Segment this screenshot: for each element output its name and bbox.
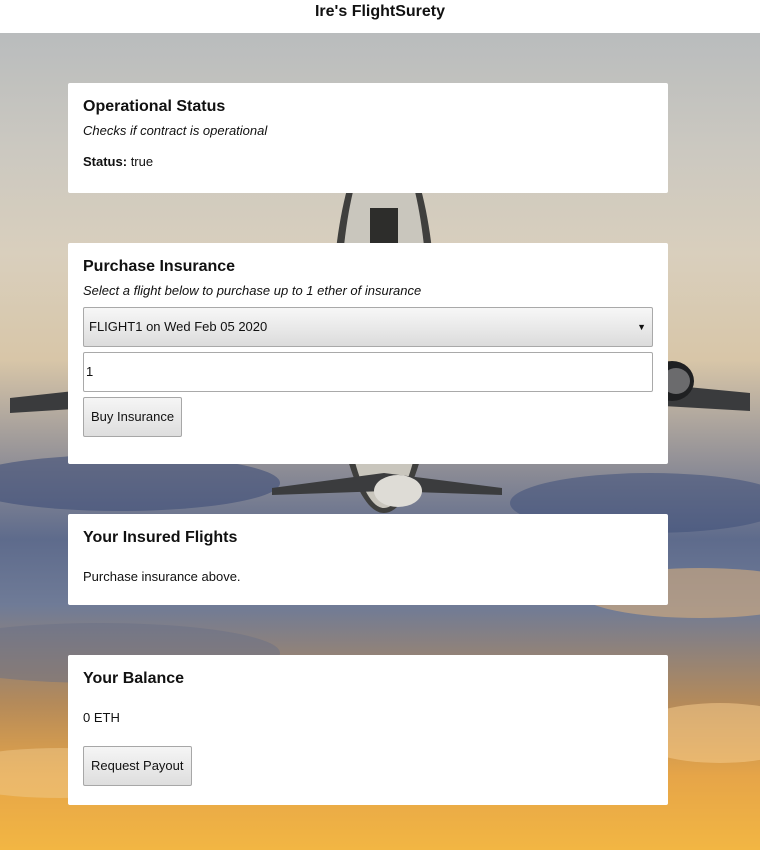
- purchase-insurance-heading: Purchase Insurance: [83, 258, 236, 275]
- flight-select-value: FLIGHT1 on Wed Feb 05 2020: [89, 319, 268, 334]
- balance-heading: Your Balance: [83, 670, 185, 687]
- operational-status-heading: Operational Status: [83, 98, 226, 115]
- status-value: true: [130, 154, 154, 169]
- flight-select[interactable]: FLIGHT1 on Wed Feb 05 2020 ▼: [83, 307, 653, 347]
- insurance-amount-value: 1: [86, 364, 94, 379]
- app-header: Ire's FlightSurety: [0, 0, 760, 33]
- balance-value: 0 ETH: [83, 710, 120, 725]
- balance-card: Your Balance 0 ETH Request Payout: [68, 655, 668, 805]
- chevron-down-icon: ▼: [637, 322, 646, 332]
- request-payout-button[interactable]: Request Payout: [83, 746, 192, 786]
- purchase-insurance-subtitle: Select a flight below to purchase up to …: [83, 283, 422, 298]
- insured-flights-empty-text: Purchase insurance above.: [83, 569, 241, 584]
- status-line: Status: true: [83, 154, 653, 169]
- purchase-insurance-card: Purchase Insurance Select a flight below…: [68, 243, 668, 464]
- app-title: Ire's FlightSurety: [314, 3, 446, 20]
- buy-insurance-button[interactable]: Buy Insurance: [83, 397, 183, 437]
- operational-status-subtitle: Checks if contract is operational: [83, 123, 268, 138]
- insured-flights-heading: Your Insured Flights: [83, 529, 238, 546]
- operational-status-card: Operational Status Checks if contract is…: [68, 83, 668, 193]
- status-label: Status:: [83, 154, 128, 169]
- insurance-amount-input[interactable]: 1: [83, 352, 653, 392]
- insured-flights-card: Your Insured Flights Purchase insurance …: [68, 514, 668, 605]
